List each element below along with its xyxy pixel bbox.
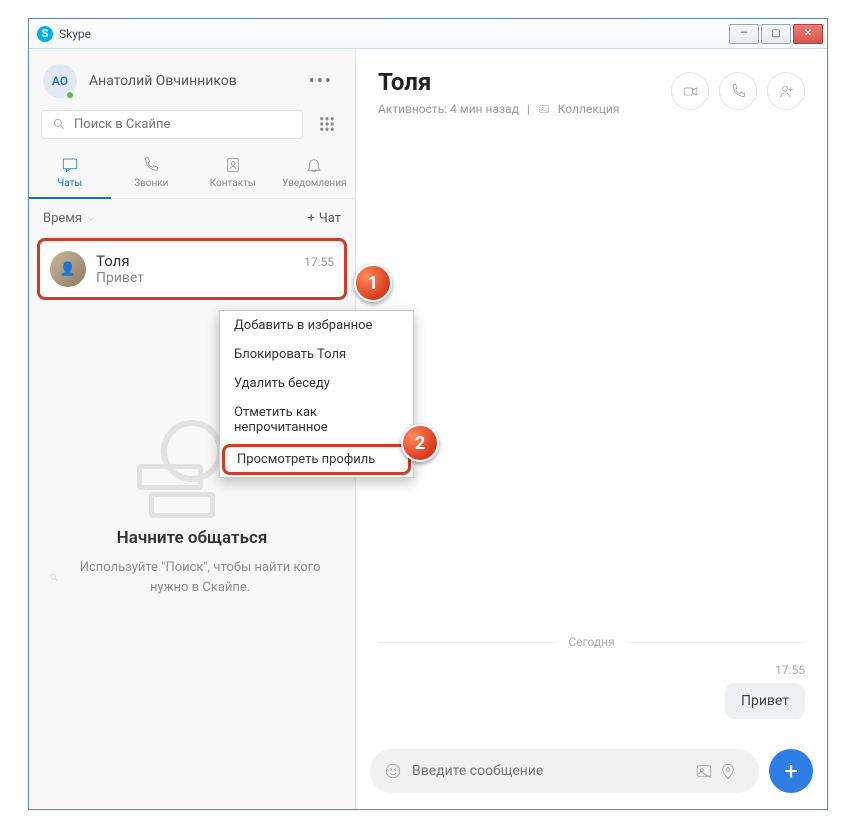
image-icon (695, 762, 713, 780)
empty-text: Используйте "Поиск", чтобы найти кого ну… (65, 558, 335, 597)
profile-name: Анатолий Овчинников (89, 73, 301, 89)
add-participant-button[interactable] (767, 72, 805, 110)
plus-icon: + (307, 211, 314, 226)
tab-contacts[interactable]: Контакты (192, 150, 274, 198)
app-window: S Skype — ▢ ✕ АО Анатолий Овчинников ••• (28, 18, 828, 810)
ctx-block[interactable]: Блокировать Толя (220, 340, 413, 369)
minimize-button[interactable]: — (729, 24, 759, 44)
day-separator: Сегодня (568, 635, 614, 649)
emoji-icon[interactable] (384, 762, 402, 780)
phone-icon (730, 83, 747, 100)
search-input[interactable] (74, 117, 292, 132)
collection-link[interactable]: Коллекция (558, 102, 620, 116)
new-chat-label: Чат (319, 211, 341, 226)
filter-row: Время + Чат (29, 199, 355, 238)
titlebar: S Skype — ▢ ✕ (29, 19, 827, 49)
annotation-marker-2: 2 (401, 424, 439, 462)
maximize-button[interactable]: ▢ (761, 24, 791, 44)
message-input-wrap[interactable] (370, 749, 759, 793)
window-title: Skype (59, 27, 727, 41)
search-box[interactable] (41, 110, 303, 139)
ctx-delete[interactable]: Удалить беседу (220, 369, 413, 398)
tab-contacts-label: Контакты (210, 178, 256, 189)
dialpad-button[interactable] (311, 108, 343, 140)
chat-avatar: 👤 (50, 251, 86, 287)
tab-notifications[interactable]: Уведомления (274, 150, 356, 198)
location-button[interactable] (721, 759, 745, 783)
phone-icon (142, 156, 160, 174)
search-icon (49, 571, 59, 584)
message-time: 17:55 (378, 663, 805, 677)
chat-icon (61, 156, 79, 174)
audio-call-button[interactable] (719, 72, 757, 110)
chat-item-time: 17:55 (304, 255, 334, 269)
tab-calls-label: Звонки (134, 178, 168, 189)
skype-logo-icon: S (37, 26, 53, 42)
new-chat-button[interactable]: + Чат (307, 211, 341, 226)
sort-label: Время (43, 211, 82, 226)
empty-title: Начните общаться (117, 528, 268, 548)
message-input[interactable] (412, 763, 697, 779)
activity-status: Активность: 4 мин назад (378, 102, 519, 116)
profile-avatar: АО (43, 64, 77, 98)
profile-initials: АО (52, 74, 68, 88)
tab-calls[interactable]: Звонки (111, 150, 193, 198)
conversation-header: Толя Активность: 4 мин назад | Коллекция (356, 50, 827, 130)
dialpad-icon (318, 115, 336, 133)
location-icon (719, 762, 737, 780)
chat-item-preview: Привет (96, 270, 334, 286)
video-call-button[interactable] (671, 72, 709, 110)
close-button[interactable]: ✕ (793, 24, 823, 44)
gallery-icon (538, 103, 550, 115)
tab-chats-label: Чаты (57, 178, 82, 189)
person-plus-icon (778, 83, 795, 100)
more-button[interactable]: ••• (301, 67, 341, 96)
ctx-view-profile[interactable]: Просмотреть профиль (222, 444, 411, 475)
tab-chats[interactable]: Чаты (29, 150, 111, 199)
composer: + (356, 741, 827, 809)
presence-dot-icon (65, 90, 75, 100)
plus-icon: + (784, 757, 798, 785)
tab-notifications-label: Уведомления (282, 178, 346, 189)
attach-image-button[interactable] (697, 759, 721, 783)
video-icon (682, 83, 699, 100)
chat-item-name: Толя (96, 252, 130, 270)
separator: | (527, 102, 530, 116)
sort-dropdown[interactable]: Время (43, 211, 96, 226)
contacts-icon (224, 156, 242, 174)
send-fab-button[interactable]: + (769, 749, 813, 793)
chat-list-item[interactable]: 👤 Толя 17:55 Привет (37, 238, 347, 300)
ctx-mark-unread[interactable]: Отметить как непрочитанное (220, 398, 413, 442)
profile-row[interactable]: АО Анатолий Овчинников ••• (29, 50, 355, 108)
nav-tabs: Чаты Звонки Контакты Уведомления (29, 150, 355, 199)
message-bubble[interactable]: Привет (725, 683, 805, 719)
search-icon (52, 117, 66, 131)
annotation-marker-1: 1 (354, 264, 392, 302)
chevron-down-icon (86, 214, 96, 224)
ctx-add-favorite[interactable]: Добавить в избранное (220, 311, 413, 340)
window-controls: — ▢ ✕ (727, 24, 823, 44)
context-menu: Добавить в избранное Блокировать Толя Уд… (219, 310, 414, 478)
conversation-title: Толя (378, 68, 671, 96)
bell-icon (305, 156, 323, 174)
